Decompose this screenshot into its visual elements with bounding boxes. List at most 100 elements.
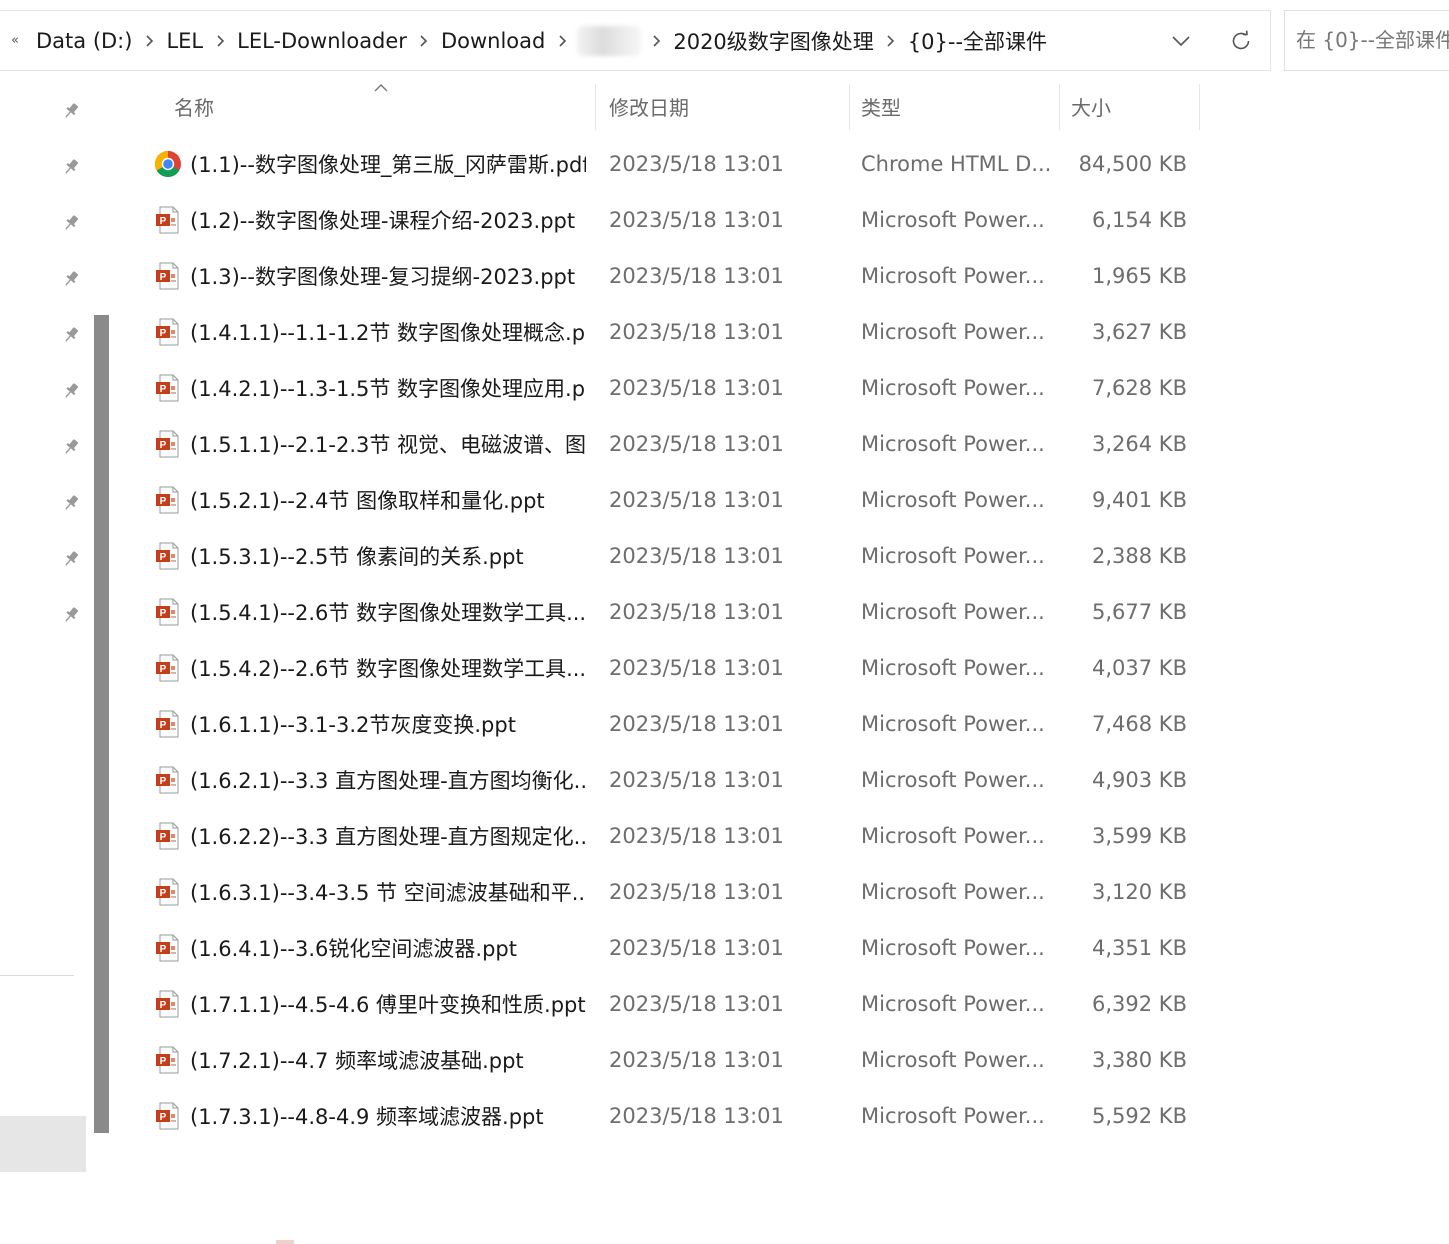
- file-size: 4,351 KB: [1092, 936, 1187, 960]
- pin-icon[interactable]: [58, 98, 84, 124]
- column-divider[interactable]: [595, 84, 596, 130]
- svg-text:P: P: [160, 496, 167, 507]
- svg-text:P: P: [160, 776, 167, 787]
- svg-text:P: P: [160, 664, 167, 675]
- file-row[interactable]: P (1.6.1.1)--3.1-3.2节灰度变换.ppt 2023/5/18 13…: [118, 696, 1200, 752]
- file-row[interactable]: P (1.7.1.1)--4.5-4.6 傅里叶变换和性质.ppt 2023/5/1…: [118, 976, 1200, 1032]
- file-size: 7,628 KB: [1092, 376, 1187, 400]
- column-divider[interactable]: [849, 84, 850, 130]
- breadcrumb-current-folder[interactable]: {0}--全部课件: [902, 26, 1053, 56]
- search-box[interactable]: [1284, 10, 1449, 71]
- file-date: 2023/5/18 13:01: [609, 264, 784, 288]
- file-row[interactable]: P (1.5.4.2)--2.6节 数字图像处理数学工具... 2023/5/18 …: [118, 640, 1200, 696]
- pin-icon[interactable]: [58, 322, 84, 348]
- file-name-cell[interactable]: P (1.2)--数字图像处理-课程介绍-2023.ppt: [154, 192, 586, 248]
- file-date: 2023/5/18 13:01: [609, 432, 784, 456]
- pin-icon[interactable]: [58, 378, 84, 404]
- pin-icon[interactable]: [58, 266, 84, 292]
- powerpoint-file-icon: P: [154, 262, 182, 290]
- pin-icon[interactable]: [58, 546, 84, 572]
- chevron-right-icon[interactable]: [138, 34, 160, 47]
- refresh-icon[interactable]: [1224, 25, 1258, 57]
- breadcrumb-drive[interactable]: Data (D:): [30, 29, 138, 53]
- column-header-size[interactable]: 大小: [1071, 82, 1199, 130]
- file-type: Chrome HTML D...: [861, 152, 1051, 176]
- search-input[interactable]: [1296, 25, 1449, 55]
- file-name-cell[interactable]: P (1.5.4.1)--2.6节 数字图像处理数学工具...: [154, 584, 586, 640]
- breadcrumb-redacted[interactable]: [577, 25, 642, 56]
- file-row[interactable]: P (1.4.1.1)--1.1-1.2节 数字图像处理概念.p... 2023/5…: [118, 304, 1200, 360]
- file-row[interactable]: P (1.7.2.1)--4.7 频率域滤波基础.ppt 2023/5/18 13:…: [118, 1032, 1200, 1088]
- file-row[interactable]: P (1.6.3.1)--3.4-3.5 节 空间滤波基础和平... 2023/5/…: [118, 864, 1200, 920]
- file-name-cell[interactable]: P (1.5.3.1)--2.5节 像素间的关系.ppt: [154, 528, 586, 584]
- file-name: (1.4.2.1)--1.3-1.5节 数字图像处理应用.p...: [190, 377, 586, 401]
- file-size: 84,500 KB: [1078, 152, 1187, 176]
- chevron-right-icon[interactable]: [209, 34, 231, 47]
- file-name-cell[interactable]: P (1.3)--数字图像处理-复习提纲-2023.ppt: [154, 248, 586, 304]
- file-row[interactable]: P (1.5.4.1)--2.6节 数字图像处理数学工具... 2023/5/18 …: [118, 584, 1200, 640]
- file-row[interactable]: P (1.2)--数字图像处理-课程介绍-2023.ppt 2023/5/18 13…: [118, 192, 1200, 248]
- powerpoint-file-icon: P: [154, 374, 182, 402]
- file-name-cell[interactable]: P (1.6.2.1)--3.3 直方图处理-直方图均衡化....: [154, 752, 586, 808]
- file-row[interactable]: P (1.5.3.1)--2.5节 像素间的关系.ppt 2023/5/18 13:…: [118, 528, 1200, 584]
- file-name-cell[interactable]: (1.1)--数字图像处理_第三版_冈萨雷斯.pdf: [154, 136, 586, 192]
- address-bar[interactable]: « Data (D:) LEL LEL-Downloader Download …: [0, 10, 1271, 71]
- file-name-cell[interactable]: P (1.5.4.2)--2.6节 数字图像处理数学工具...: [154, 640, 586, 696]
- file-name-cell[interactable]: P (1.5.1.1)--2.1-2.3节 视觉、电磁波谱、图...: [154, 416, 586, 472]
- file-name-cell[interactable]: P (1.4.1.1)--1.1-1.2节 数字图像处理概念.p...: [154, 304, 586, 360]
- file-row[interactable]: P (1.6.2.1)--3.3 直方图处理-直方图均衡化.... 2023/5/1…: [118, 752, 1200, 808]
- chrome-icon: [154, 150, 182, 178]
- pin-icon[interactable]: [58, 210, 84, 236]
- file-name-cell[interactable]: P (1.6.2.2)--3.3 直方图处理-直方图规定化....: [154, 808, 586, 864]
- pin-icon[interactable]: [58, 490, 84, 516]
- pin-icon[interactable]: [58, 602, 84, 628]
- file-type: Microsoft Power...: [861, 376, 1045, 400]
- chevron-down-icon[interactable]: [1165, 26, 1197, 56]
- column-divider[interactable]: [1059, 84, 1060, 130]
- file-row[interactable]: P (1.5.2.1)--2.4节 图像取样和量化.ppt 2023/5/18 13…: [118, 472, 1200, 528]
- file-type: Microsoft Power...: [861, 264, 1045, 288]
- nav-selected-item[interactable]: [0, 1116, 86, 1172]
- column-header-name[interactable]: 名称: [174, 82, 594, 130]
- breadcrumb-lel[interactable]: LEL: [160, 29, 209, 53]
- breadcrumb-course[interactable]: 2020级数字图像处理: [667, 26, 879, 56]
- chevron-right-icon[interactable]: [880, 34, 902, 47]
- file-name-cell[interactable]: P (1.7.2.1)--4.7 频率域滤波基础.ppt: [154, 1032, 586, 1088]
- file-name-cell[interactable]: P (1.7.1.1)--4.5-4.6 傅里叶变换和性质.ppt: [154, 976, 586, 1032]
- file-name: (1.7.3.1)--4.8-4.9 频率域滤波器.ppt: [190, 1105, 544, 1129]
- file-date: 2023/5/18 13:01: [609, 1048, 784, 1072]
- column-divider[interactable]: [1199, 84, 1200, 130]
- file-name-cell[interactable]: P (1.5.2.1)--2.4节 图像取样和量化.ppt: [154, 472, 586, 528]
- pin-icon[interactable]: [58, 434, 84, 460]
- file-size: 5,592 KB: [1092, 1104, 1187, 1128]
- powerpoint-file-icon: P: [154, 822, 182, 850]
- file-row[interactable]: P (1.4.2.1)--1.3-1.5节 数字图像处理应用.p... 2023/5…: [118, 360, 1200, 416]
- file-name-cell[interactable]: P (1.6.3.1)--3.4-3.5 节 空间滤波基础和平...: [154, 864, 586, 920]
- file-name-cell[interactable]: P (1.6.1.1)--3.1-3.2节灰度变换.ppt: [154, 696, 586, 752]
- file-row[interactable]: P (1.3)--数字图像处理-复习提纲-2023.ppt 2023/5/18 13…: [118, 248, 1200, 304]
- breadcrumb-lel-downloader[interactable]: LEL-Downloader: [231, 29, 413, 53]
- file-size: 3,380 KB: [1092, 1048, 1187, 1072]
- file-type: Microsoft Power...: [861, 208, 1045, 232]
- file-name-cell[interactable]: P (1.6.4.1)--3.6锐化空间滤波器.ppt: [154, 920, 586, 976]
- pin-icon[interactable]: [58, 154, 84, 180]
- file-row[interactable]: (1.1)--数字图像处理_第三版_冈萨雷斯.pdf 2023/5/18 13:0…: [118, 136, 1200, 192]
- nav-scrollbar-thumb[interactable]: [94, 315, 109, 1133]
- file-row[interactable]: P (1.7.3.1)--4.8-4.9 频率域滤波器.ppt 2023/5/18 …: [118, 1088, 1200, 1144]
- file-row[interactable]: P (1.5.1.1)--2.1-2.3节 视觉、电磁波谱、图... 2023/5/…: [118, 416, 1200, 472]
- navigation-pane: [0, 82, 118, 1172]
- file-size: 3,599 KB: [1092, 824, 1187, 848]
- file-name-cell[interactable]: P (1.4.2.1)--1.3-1.5节 数字图像处理应用.p...: [154, 360, 586, 416]
- column-header-type[interactable]: 类型: [861, 82, 1057, 130]
- chevron-right-icon[interactable]: [551, 34, 573, 47]
- file-row[interactable]: P (1.6.4.1)--3.6锐化空间滤波器.ppt 2023/5/18 13:0…: [118, 920, 1200, 976]
- breadcrumb-download[interactable]: Download: [435, 29, 551, 53]
- file-row[interactable]: P (1.6.2.2)--3.3 直方图处理-直方图规定化.... 2023/5/1…: [118, 808, 1200, 864]
- file-name: (1.6.2.2)--3.3 直方图处理-直方图规定化....: [190, 825, 586, 849]
- file-name-cell[interactable]: P (1.7.3.1)--4.8-4.9 频率域滤波器.ppt: [154, 1088, 586, 1144]
- chevron-right-icon[interactable]: [645, 34, 667, 47]
- breadcrumb-overflow-icon[interactable]: «: [0, 33, 30, 48]
- column-header-date[interactable]: 修改日期: [609, 82, 849, 130]
- chevron-right-icon[interactable]: [413, 34, 435, 47]
- svg-text:P: P: [160, 1000, 167, 1011]
